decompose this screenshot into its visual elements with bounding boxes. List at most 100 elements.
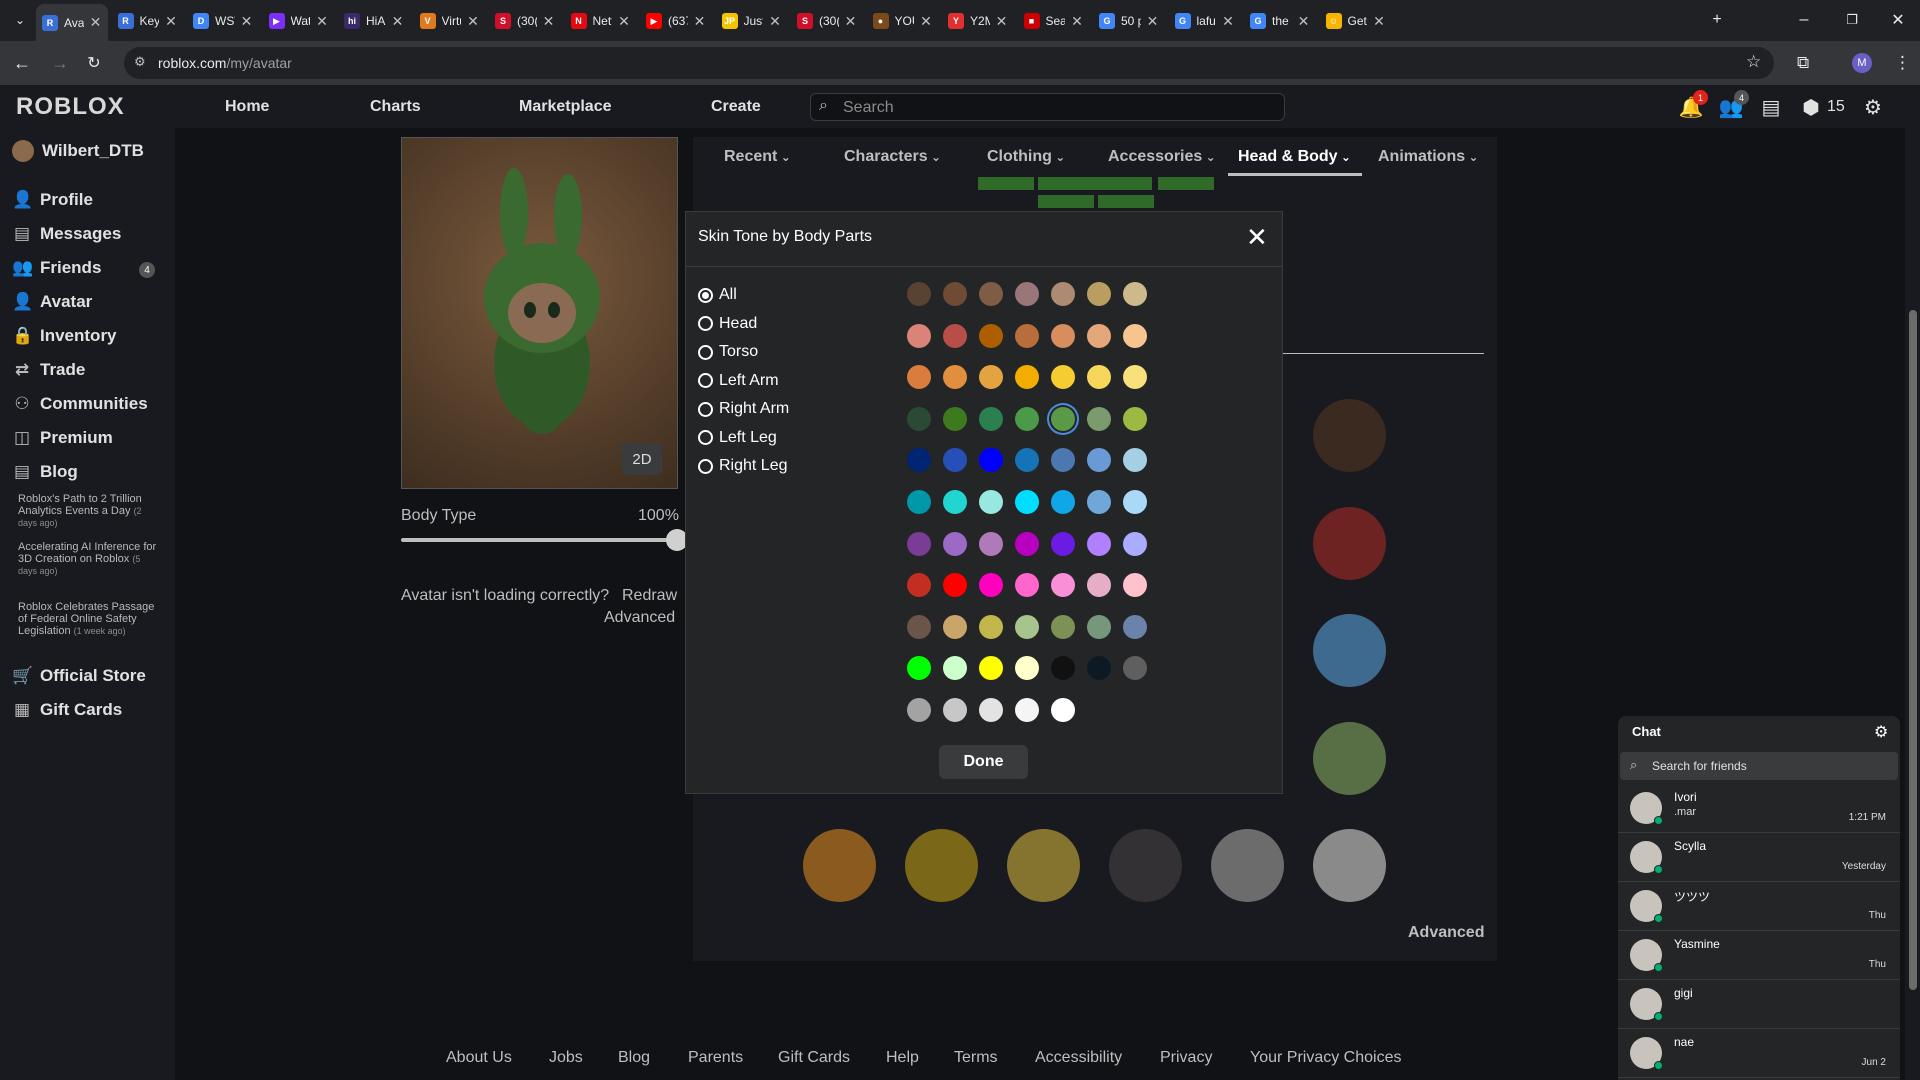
skin-color-swatch[interactable]: [1123, 323, 1147, 348]
skin-tone-swatch[interactable]: [803, 829, 876, 902]
skin-tone-swatch[interactable]: [1313, 829, 1386, 902]
radio-right-arm[interactable]: Right Arm: [698, 400, 789, 418]
skin-color-swatch[interactable]: [1123, 614, 1147, 639]
skin-color-swatch[interactable]: [1123, 531, 1147, 556]
browser-tab[interactable]: N Netf ✕: [565, 7, 637, 35]
chat-conversation[interactable]: Ivori .mar 1:21 PM: [1618, 784, 1900, 833]
avatar-advanced-link[interactable]: Advanced: [604, 609, 675, 627]
browser-tab[interactable]: R Avat ✕: [36, 4, 108, 41]
chat-settings-icon[interactable]: ⚙: [1874, 722, 1888, 742]
skin-color-swatch[interactable]: [1051, 573, 1075, 598]
body-type-slider[interactable]: [401, 529, 688, 551]
reload-button[interactable]: ↻: [82, 51, 106, 75]
browser-tab[interactable]: S (30(✕: [791, 7, 863, 35]
tab-head-body[interactable]: Head & Body ⌄: [1238, 148, 1351, 166]
avatar-preview[interactable]: [401, 137, 678, 489]
skin-color-swatch[interactable]: [1087, 406, 1111, 431]
tab-close-icon[interactable]: ✕: [543, 13, 555, 30]
blog-post-link[interactable]: Accelerating AI Inference for 3D Creatio…: [18, 541, 158, 577]
tab-close-icon[interactable]: ✕: [316, 13, 328, 30]
sidebar-item-profile[interactable]: 👤 Profile: [12, 190, 93, 210]
tab-close-icon[interactable]: ✕: [467, 13, 479, 30]
skin-tone-swatch[interactable]: [1313, 399, 1386, 472]
skin-color-swatch[interactable]: [943, 656, 967, 681]
tab-characters[interactable]: Characters ⌄: [844, 148, 941, 166]
skin-color-swatch[interactable]: [1015, 282, 1039, 306]
skin-color-swatch[interactable]: [1123, 448, 1147, 473]
skin-color-swatch[interactable]: [1087, 531, 1111, 556]
tab-close-icon[interactable]: ✕: [241, 13, 253, 30]
skin-color-swatch[interactable]: [1015, 656, 1039, 681]
skin-color-swatch[interactable]: [907, 698, 931, 722]
chat-conversation[interactable]: ツツツ Thu: [1618, 882, 1900, 931]
footer-link-gift-cards[interactable]: Gift Cards: [778, 1049, 850, 1067]
tab-close-icon[interactable]: ✕: [1147, 13, 1159, 30]
skin-color-swatch[interactable]: [943, 365, 967, 390]
skin-color-swatch[interactable]: [1015, 365, 1039, 390]
browser-tab[interactable]: R Key ✕: [112, 7, 184, 35]
skin-color-swatch[interactable]: [979, 614, 1003, 639]
tab-close-icon[interactable]: ✕: [90, 14, 102, 31]
url-text[interactable]: roblox.com/my/avatar: [158, 55, 292, 71]
sidebar-item-official-store[interactable]: 🛒 Official Store: [12, 666, 146, 686]
skin-color-swatch[interactable]: [979, 573, 1003, 598]
radio-button[interactable]: [698, 458, 713, 474]
skin-color-swatch[interactable]: [943, 448, 967, 473]
window-close-button[interactable]: ✕: [1878, 8, 1918, 32]
skin-color-swatch[interactable]: [1051, 656, 1075, 681]
skin-color-swatch[interactable]: [1087, 365, 1111, 390]
skin-tone-swatch[interactable]: [1313, 507, 1386, 580]
skin-color-swatch[interactable]: [1087, 573, 1111, 598]
skin-color-swatch[interactable]: [943, 490, 967, 514]
footer-link-privacy[interactable]: Privacy: [1160, 1049, 1212, 1067]
skin-color-swatch[interactable]: [907, 282, 931, 306]
skin-color-swatch[interactable]: [979, 365, 1003, 390]
close-icon[interactable]: ✕: [1246, 222, 1268, 253]
sidebar-item-friends[interactable]: 👥 Friends: [12, 258, 101, 278]
chat-conversation[interactable]: nae Jun 2: [1618, 1029, 1900, 1078]
skin-color-swatch[interactable]: [1087, 323, 1111, 348]
skin-color-swatch[interactable]: [943, 406, 967, 431]
skin-color-swatch[interactable]: [907, 365, 931, 390]
radio-button[interactable]: [698, 401, 713, 417]
browser-tab[interactable]: ● YOU ✕: [867, 7, 939, 35]
tab-accessories[interactable]: Accessories ⌄: [1108, 148, 1216, 166]
sidebar-item-messages[interactable]: ▤ Messages: [12, 224, 121, 244]
skin-tone-swatch[interactable]: [1211, 829, 1284, 902]
browser-tab[interactable]: V Virtu ✕: [414, 7, 486, 35]
settings-gear-icon[interactable]: ⚙: [1859, 93, 1887, 121]
footer-link-jobs[interactable]: Jobs: [549, 1049, 583, 1067]
footer-link-blog[interactable]: Blog: [618, 1049, 650, 1067]
sidebar-user[interactable]: Wilbert_DTB: [12, 140, 144, 162]
skin-color-swatch[interactable]: [1087, 614, 1111, 639]
footer-link-about-us[interactable]: About Us: [446, 1049, 512, 1067]
browser-menu-icon[interactable]: ⋮: [1894, 53, 1911, 73]
robux-balance[interactable]: 15: [1827, 98, 1845, 116]
skin-color-swatch[interactable]: [1015, 448, 1039, 473]
skin-color-swatch[interactable]: [1015, 406, 1039, 431]
browser-tab[interactable]: S (30(✕: [489, 7, 561, 35]
tab-close-icon[interactable]: ✕: [1298, 13, 1310, 30]
back-button[interactable]: ←: [10, 51, 34, 75]
skin-color-swatch[interactable]: [907, 531, 931, 556]
footer-link-your-privacy-choices[interactable]: Your Privacy Choices: [1250, 1049, 1401, 1067]
nav-marketplace[interactable]: Marketplace: [519, 98, 612, 116]
tab-recent[interactable]: Recent ⌄: [724, 148, 791, 166]
skin-color-swatch[interactable]: [907, 656, 931, 681]
skin-color-swatch[interactable]: [943, 282, 967, 306]
minimize-button[interactable]: –: [1784, 8, 1824, 32]
browser-tab[interactable]: ▶ (637 ✕: [640, 7, 712, 35]
skin-color-swatch[interactable]: [943, 531, 967, 556]
radio-button[interactable]: [698, 287, 713, 303]
browser-tab[interactable]: ▶ Wat ✕: [263, 7, 335, 35]
tab-close-icon[interactable]: ✕: [694, 13, 706, 30]
skin-color-swatch[interactable]: [1123, 573, 1147, 598]
skin-color-swatch[interactable]: [1015, 490, 1039, 514]
skin-tone-swatch[interactable]: [905, 829, 978, 902]
skin-color-swatch[interactable]: [1015, 531, 1039, 556]
skin-color-swatch[interactable]: [943, 323, 967, 348]
radio-right-leg[interactable]: Right Leg: [698, 457, 788, 475]
chat-icon[interactable]: ▤: [1757, 93, 1785, 121]
skin-color-swatch[interactable]: [1123, 406, 1147, 431]
skin-color-swatch[interactable]: [1051, 448, 1075, 473]
